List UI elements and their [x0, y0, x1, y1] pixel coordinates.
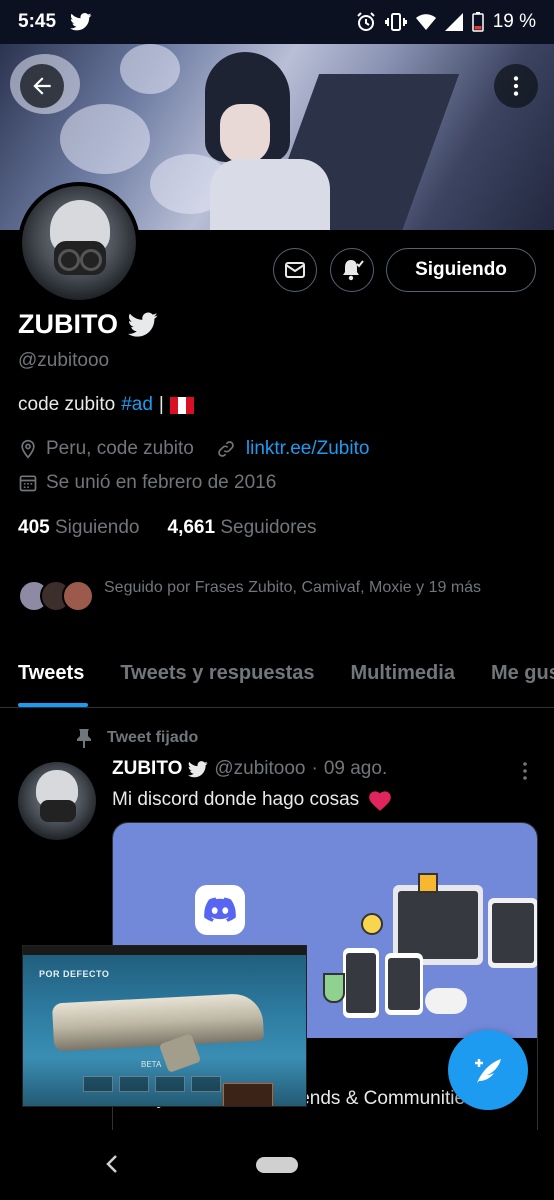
coin-icon	[361, 913, 383, 935]
tweet-body: Mi discord donde hago cosas	[112, 789, 360, 810]
chevron-left-icon	[106, 1155, 117, 1173]
following-button[interactable]: Siguiendo	[386, 248, 536, 292]
status-time: 5:45	[18, 11, 57, 32]
tweet-date: 09 ago.	[323, 758, 388, 779]
followers-count: 4,661	[167, 517, 216, 538]
arrow-left-icon	[33, 77, 51, 95]
profile-handle: @zubitooo	[18, 350, 110, 371]
system-nav-bar	[0, 1130, 554, 1200]
tab-likes[interactable]: Me gusta	[473, 650, 554, 707]
more-options-button[interactable]	[494, 64, 538, 108]
alarm-icon	[356, 12, 376, 32]
compose-feather-icon	[475, 1059, 501, 1083]
followed-by-text: Seguido por Frases Zubito, Camivaf, Moxi…	[104, 579, 482, 596]
red-heart-icon	[369, 791, 391, 811]
weapon-image	[51, 992, 265, 1052]
follow-counts: 405 Siguiendo 4,661 Seguidores	[18, 517, 316, 539]
followers-label: Seguidores	[220, 517, 317, 538]
tab-media[interactable]: Multimedia	[333, 650, 473, 707]
profile-name: ZUBITO	[18, 309, 118, 339]
profile-website-link[interactable]: linktr.ee/Zubito	[246, 438, 370, 460]
discord-logo-icon	[195, 885, 245, 935]
following-label: Siguiendo	[54, 517, 140, 538]
location-pin-icon	[21, 439, 35, 459]
tweet-header: ZUBITO @zubitooo · 09 ago.	[112, 758, 387, 780]
message-button[interactable]	[273, 248, 317, 292]
bio-hashtag-link[interactable]: #ad	[121, 394, 153, 416]
profile-name-row: ZUBITO	[18, 309, 158, 340]
pinned-label: Tweet fijado	[107, 729, 199, 746]
followed-by-row[interactable]: Seguido por Frases Zubito, Camivaf, Moxi…	[18, 576, 524, 616]
envelope-icon	[285, 262, 305, 278]
profile-avatar[interactable]	[18, 182, 140, 304]
followed-by-avatars	[18, 576, 96, 616]
tweet-text: Mi discord donde hago cosas	[112, 788, 393, 812]
wifi-icon	[415, 13, 436, 31]
battery-percent: 19 %	[492, 11, 536, 32]
more-vertical-icon	[513, 76, 519, 96]
vibrate-icon	[384, 12, 407, 32]
tweet-separator: ·	[311, 758, 318, 779]
tweet-more-button[interactable]	[516, 760, 534, 787]
bio-text: code zubito	[18, 394, 116, 415]
avatar	[62, 580, 94, 612]
peru-flag-icon	[169, 396, 194, 414]
profile-location-row: Peru, code zubito linktr.ee/Zubito	[18, 438, 369, 460]
profile-joined-row: Se unió en febrero de 2016	[18, 472, 276, 494]
pinned-tweet-indicator: Tweet fijado	[75, 728, 198, 748]
calendar-icon	[19, 475, 37, 492]
back-button[interactable]	[20, 64, 64, 108]
twitter-notification-icon	[70, 13, 92, 31]
tweet-author-handle: @zubitooo	[214, 758, 306, 779]
bell-check-icon	[343, 260, 364, 281]
tab-tweets[interactable]: Tweets	[0, 650, 102, 707]
tweet-author-avatar[interactable]	[18, 762, 96, 840]
question-block-icon	[418, 873, 438, 893]
following-count: 405	[18, 517, 50, 538]
tweet-author-name[interactable]: ZUBITO	[112, 758, 182, 780]
compose-tweet-button[interactable]	[448, 1030, 528, 1110]
profile-joined-date: Se unió en febrero de 2016	[46, 472, 277, 493]
status-bar: 5:45 19 %	[0, 0, 554, 44]
potion-icon	[323, 973, 345, 1003]
bio-separator: |	[158, 394, 164, 415]
following-count-link[interactable]: 405 Siguiendo	[18, 517, 140, 539]
twitter-bird-icon	[128, 312, 158, 337]
signal-icon	[444, 13, 463, 31]
pip-video-title: POR DEFECTO	[39, 969, 110, 979]
pin-icon	[77, 729, 91, 748]
link-icon	[218, 441, 234, 457]
weapon-thumbnails	[83, 1076, 221, 1092]
status-icons: 19 %	[356, 11, 536, 33]
followers-count-link[interactable]: 4,661 Seguidores	[168, 517, 317, 539]
twitter-bird-icon	[188, 760, 209, 777]
profile-tabs: Tweets Tweets y respuestas Multimedia Me…	[0, 650, 554, 708]
system-back-button[interactable]	[104, 1154, 120, 1179]
battery-icon	[471, 12, 484, 32]
profile-location: Peru, code zubito	[46, 438, 194, 459]
pip-badge: BETA	[141, 1060, 162, 1069]
picture-in-picture-video[interactable]: POR DEFECTO BETA	[22, 945, 307, 1107]
notifications-button[interactable]	[330, 248, 374, 292]
profile-bio: code zubito #ad |	[18, 394, 194, 416]
tab-tweets-replies[interactable]: Tweets y respuestas	[102, 650, 332, 707]
more-vertical-icon	[523, 762, 527, 780]
home-gesture-pill[interactable]	[256, 1157, 298, 1173]
